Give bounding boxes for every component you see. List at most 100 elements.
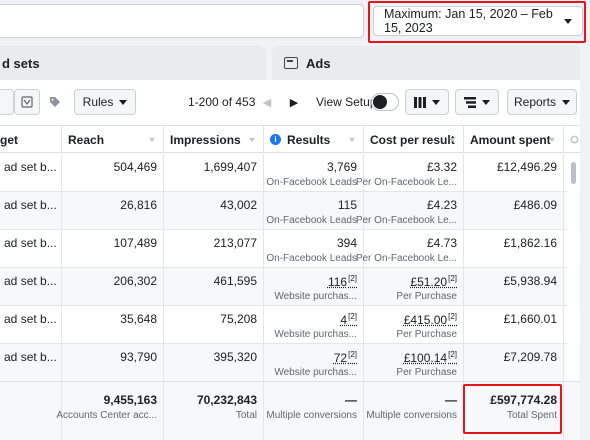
footnote-marker: [2] xyxy=(348,350,357,359)
cell-name[interactable]: g ad set b... xyxy=(0,344,62,382)
previous-page-button[interactable]: ◀ xyxy=(255,89,279,115)
cpr-value: £415.00 xyxy=(404,313,447,327)
cell-impressions: 43,002 xyxy=(164,192,264,230)
cpr-value: £51.20 xyxy=(410,275,447,289)
cell-results: 3,769 On-Facebook Leads xyxy=(264,154,364,192)
view-setup-toggle[interactable] xyxy=(371,93,399,111)
cell-results: 394 On-Facebook Leads xyxy=(264,230,364,268)
column-header-cost-per-result[interactable]: Cost per result xyxy=(364,126,464,153)
columns-button[interactable] xyxy=(405,89,449,115)
tag-button[interactable] xyxy=(42,89,68,115)
column-header-name[interactable]: get xyxy=(0,126,62,153)
scroll-thumb[interactable] xyxy=(571,162,576,184)
column-header-impressions[interactable]: Impressions xyxy=(164,126,264,153)
results-value-group[interactable]: 72[2] xyxy=(334,350,357,365)
info-icon[interactable]: i xyxy=(270,134,281,145)
cpr-value-group[interactable]: £415.00[2] xyxy=(404,312,457,327)
top-bar: Maximum: Jan 15, 2020 – Feb 15, 2023 xyxy=(0,0,590,44)
ad-set-name[interactable]: g ad set b... xyxy=(0,160,57,174)
total-impressions-value: 70,232,843 xyxy=(197,393,257,407)
cell-reach: 93,790 xyxy=(62,344,164,382)
date-range-highlight xyxy=(368,1,586,43)
table-toolbar: Rules 1-200 of 453 ◀ ▶ View Setup Report… xyxy=(0,80,580,124)
results-type: On-Facebook Leads xyxy=(266,215,357,226)
results-value: 4 xyxy=(340,313,347,327)
cpr-type: Per On-Facebook Le... xyxy=(356,215,457,226)
cpr-value-group[interactable]: £100.14[2] xyxy=(404,350,457,365)
cell-amount-spent: £1,660.01 xyxy=(464,306,564,344)
cell-cost-per-result: £4.23 Per On-Facebook Le... xyxy=(364,192,464,230)
cpr-value-group[interactable]: £51.20[2] xyxy=(410,274,457,289)
table-row[interactable]: g ad set b... 26,816 43,002 115 On-Facebo… xyxy=(0,192,580,230)
cell-name[interactable]: g ad set b... xyxy=(0,154,62,192)
amount-value: £5,938.94 xyxy=(504,274,557,288)
reports-button[interactable]: Reports xyxy=(507,89,577,115)
cell-total-reach: 9,455,163 Accounts Center acc... xyxy=(62,382,164,440)
cell-amount-spent: £1,862.16 xyxy=(464,230,564,268)
footnote-marker: [2] xyxy=(448,350,457,359)
cell-cost-per-result: £51.20[2] Per Purchase xyxy=(364,268,464,306)
column-header-reach[interactable]: Reach xyxy=(62,126,164,153)
cpr-value: £4.73 xyxy=(427,236,457,250)
cpr-value: £100.14 xyxy=(404,351,447,365)
ad-set-name[interactable]: g ad set b... xyxy=(0,312,57,326)
ad-set-name[interactable]: g ad set b... xyxy=(0,350,57,364)
reach-value: 206,302 xyxy=(114,274,157,288)
ad-set-name[interactable]: g ad set b... xyxy=(0,236,57,250)
chevron-right-icon: ▶ xyxy=(290,96,298,109)
results-value-group[interactable]: 4[2] xyxy=(340,312,357,327)
tab-ad-sets[interactable]: d sets xyxy=(0,46,266,80)
impressions-value: 461,595 xyxy=(214,274,257,288)
column-header-amount-spent[interactable]: Amount spent xyxy=(464,126,564,153)
impressions-value: 1,699,407 xyxy=(204,160,257,174)
cell-amount-spent: £7,209.78 xyxy=(464,344,564,382)
table-row[interactable]: g ad set b... 206,302 461,595 116[2] Webs… xyxy=(0,268,580,306)
tag-icon xyxy=(49,96,61,108)
column-header-results[interactable]: i Results xyxy=(264,126,364,153)
results-type: Website purchas... xyxy=(274,329,357,340)
cell-impressions: 395,320 xyxy=(164,344,264,382)
amount-value: £1,660.01 xyxy=(504,312,557,326)
view-setup-label: View Setup xyxy=(316,95,377,109)
column-header-reach-label: Reach xyxy=(68,133,104,147)
chevron-down-icon xyxy=(432,100,440,105)
total-spent-highlight xyxy=(463,384,562,434)
next-page-button[interactable]: ▶ xyxy=(282,89,306,115)
cpr-value: £4.23 xyxy=(427,198,457,212)
cpr-value: £3.32 xyxy=(427,160,457,174)
tab-ads[interactable]: Ads xyxy=(272,46,580,80)
cell-cost-per-result: £415.00[2] Per Purchase xyxy=(364,306,464,344)
amount-value: £486.09 xyxy=(514,198,557,212)
column-settings[interactable] xyxy=(564,126,580,153)
table-row[interactable]: g ad set b... 107,489 213,077 394 On-Face… xyxy=(0,230,580,268)
chevron-down-icon xyxy=(562,100,570,105)
ad-set-name[interactable]: g ad set b... xyxy=(0,198,57,212)
chevron-down-icon xyxy=(482,100,490,105)
cell-amount-spent: £486.09 xyxy=(464,192,564,230)
edit-button[interactable] xyxy=(0,89,14,115)
rules-button[interactable]: Rules xyxy=(74,89,136,115)
total-cpr-value: — xyxy=(445,393,457,407)
ad-set-name[interactable]: g ad set b... xyxy=(0,274,57,288)
table-row[interactable]: g ad set b... 93,790 395,320 72[2] Websit… xyxy=(0,344,580,382)
table-row[interactable]: g ad set b... 504,469 1,699,407 3,769 On-… xyxy=(0,154,580,192)
search-input[interactable] xyxy=(0,4,364,38)
total-results-note: Multiple conversions xyxy=(266,410,357,421)
cell-results: 72[2] Website purchas... xyxy=(264,344,364,382)
level-tabs: d sets Ads xyxy=(0,46,590,80)
total-cpr-note: Multiple conversions xyxy=(366,410,457,421)
gear-icon xyxy=(570,135,579,144)
cell-name[interactable]: g ad set b... xyxy=(0,192,62,230)
cell-name[interactable]: g ad set b... xyxy=(0,230,62,268)
breakdown-button[interactable] xyxy=(455,89,499,115)
column-header-cpr-label: Cost per result xyxy=(370,133,455,147)
table-row[interactable]: g ad set b... 35,648 75,208 4[2] Website … xyxy=(0,306,580,344)
cell-name[interactable]: g ad set b... xyxy=(0,306,62,344)
chevron-left-icon: ◀ xyxy=(263,96,271,109)
cell-name[interactable]: g ad set b... xyxy=(0,268,62,306)
cell-cost-per-result: £100.14[2] Per Purchase xyxy=(364,344,464,382)
ab-test-button[interactable] xyxy=(14,89,40,115)
cell-impressions: 461,595 xyxy=(164,268,264,306)
results-value-group[interactable]: 116[2] xyxy=(328,274,357,289)
columns-icon xyxy=(414,97,426,108)
